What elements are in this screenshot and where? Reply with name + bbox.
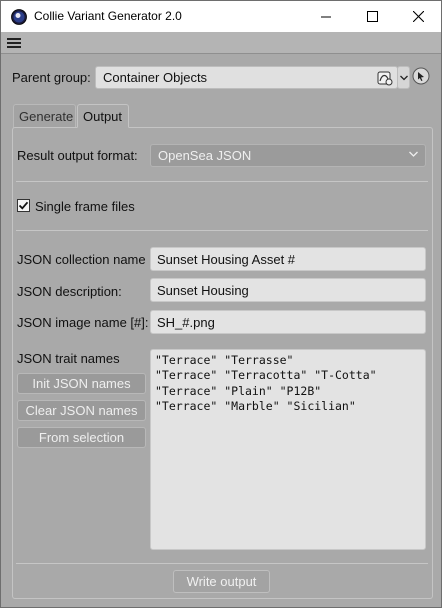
trait-line: "Terrace" "Terracotta" "T-Cotta" bbox=[155, 368, 377, 383]
output-format-select[interactable]: OpenSea JSON bbox=[150, 144, 426, 167]
output-format-value: OpenSea JSON bbox=[158, 148, 252, 163]
menu-bar bbox=[1, 32, 441, 54]
image-name-label: JSON image name [#]: bbox=[17, 315, 149, 330]
parent-group-field[interactable]: Container Objects bbox=[95, 66, 398, 89]
divider bbox=[16, 181, 428, 182]
image-name-input[interactable]: SH_#.png bbox=[150, 310, 426, 334]
description-input[interactable]: Sunset Housing bbox=[150, 278, 426, 302]
minimize-button[interactable] bbox=[303, 1, 349, 32]
tab-output[interactable]: Output bbox=[77, 104, 129, 128]
maximize-button[interactable] bbox=[349, 1, 395, 32]
clear-json-names-button[interactable]: Clear JSON names bbox=[17, 400, 146, 421]
app-window: Collie Variant Generator 2.0 Parent grou… bbox=[0, 0, 442, 608]
parent-group-value: Container Objects bbox=[103, 70, 208, 85]
description-label: JSON description: bbox=[17, 284, 122, 299]
title-bar[interactable]: Collie Variant Generator 2.0 bbox=[1, 1, 441, 32]
checkmark-icon bbox=[18, 201, 29, 210]
divider bbox=[16, 563, 428, 564]
collection-name-label: JSON collection name bbox=[17, 252, 146, 267]
cinema4d-icon bbox=[11, 9, 27, 25]
parent-group-label: Parent group: bbox=[12, 70, 91, 85]
trait-line: "Terrace" "Terrasse" bbox=[155, 353, 294, 367]
trait-names-textarea[interactable]: "Terrace" "Terrasse" "Terrace" "Terracot… bbox=[150, 349, 426, 550]
window-title: Collie Variant Generator 2.0 bbox=[34, 9, 182, 23]
hamburger-menu-icon[interactable] bbox=[6, 36, 22, 50]
trait-line: "Terrace" "Plain" "P12B" bbox=[155, 383, 322, 398]
single-frame-checkbox[interactable] bbox=[17, 199, 30, 212]
maximize-icon bbox=[366, 11, 378, 22]
dropdown-arrow-icon bbox=[400, 75, 408, 81]
init-json-names-button[interactable]: Init JSON names bbox=[17, 373, 146, 394]
write-output-button[interactable]: Write output bbox=[173, 570, 270, 593]
close-button[interactable] bbox=[395, 1, 441, 32]
minimize-icon bbox=[321, 16, 331, 17]
collection-name-input[interactable]: Sunset Housing Asset # bbox=[150, 247, 426, 271]
close-icon bbox=[412, 11, 424, 22]
divider bbox=[16, 230, 428, 231]
object-link-icon[interactable] bbox=[377, 70, 394, 86]
chevron-down-icon bbox=[409, 151, 418, 157]
tab-generate[interactable]: Generate bbox=[13, 104, 76, 128]
trait-line: "Terrace" "Marble" "Sicilian" bbox=[155, 399, 356, 414]
trait-names-label: JSON trait names bbox=[17, 351, 120, 366]
output-format-label: Result output format: bbox=[17, 148, 138, 163]
pick-cursor-icon[interactable] bbox=[412, 67, 430, 85]
parent-group-dropdown[interactable] bbox=[397, 66, 410, 89]
single-frame-label: Single frame files bbox=[35, 199, 135, 214]
from-selection-button[interactable]: From selection bbox=[17, 427, 146, 448]
